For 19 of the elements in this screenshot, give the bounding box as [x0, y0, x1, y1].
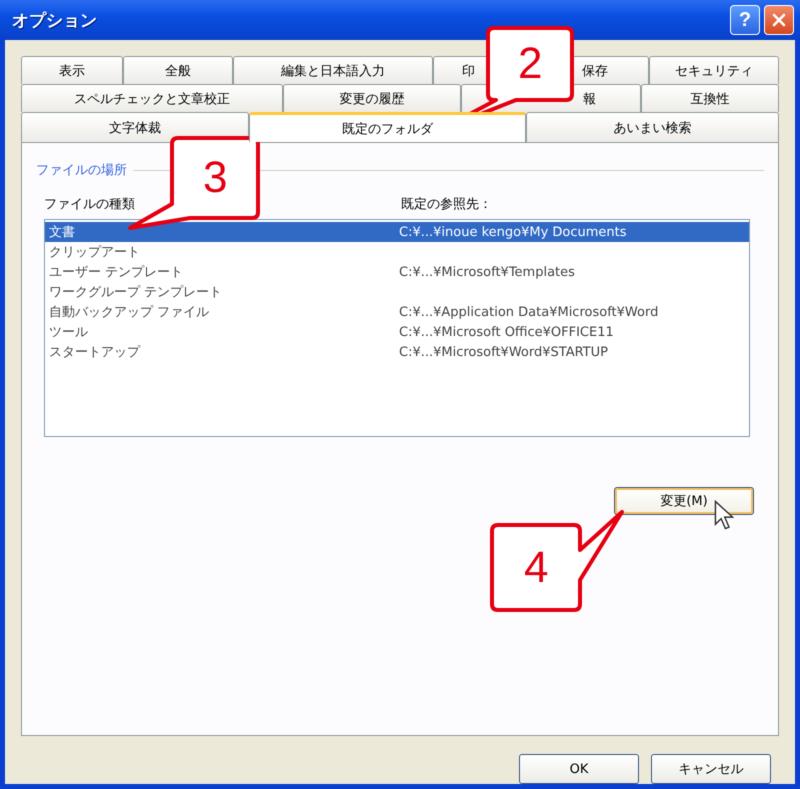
column-header: 既定の参照先： [401, 196, 493, 213]
file-type: クリップアート [49, 244, 141, 261]
file-type: ユーザー テンプレート [49, 264, 184, 281]
file-type: ツール [49, 324, 89, 341]
file-path: C:¥...¥Microsoft Office¥OFFICE11 [399, 324, 614, 340]
column-header: ファイルの種類 [44, 196, 136, 213]
file-type: 自動バックアップ ファイル [49, 304, 210, 321]
group-title: ファイルの場所 [36, 162, 127, 179]
callout-number: 2 [518, 42, 542, 86]
file-type: ワークグループ テンプレート [49, 284, 224, 301]
file-path: C:¥...¥Microsoft¥Templates [399, 264, 575, 280]
file-type: 文書 [49, 224, 76, 241]
file-type: スタートアップ [49, 344, 142, 361]
callout-number: 3 [203, 156, 228, 200]
window-title: オプション [12, 10, 97, 32]
file-path: C:¥...¥inoue kengo¥My Documents [399, 224, 627, 240]
file-path: C:¥...¥Microsoft¥Word¥STARTUP [399, 344, 608, 360]
callout-number: 4 [524, 546, 548, 590]
file-path: C:¥...¥Application Data¥Microsoft¥Word [399, 304, 658, 320]
